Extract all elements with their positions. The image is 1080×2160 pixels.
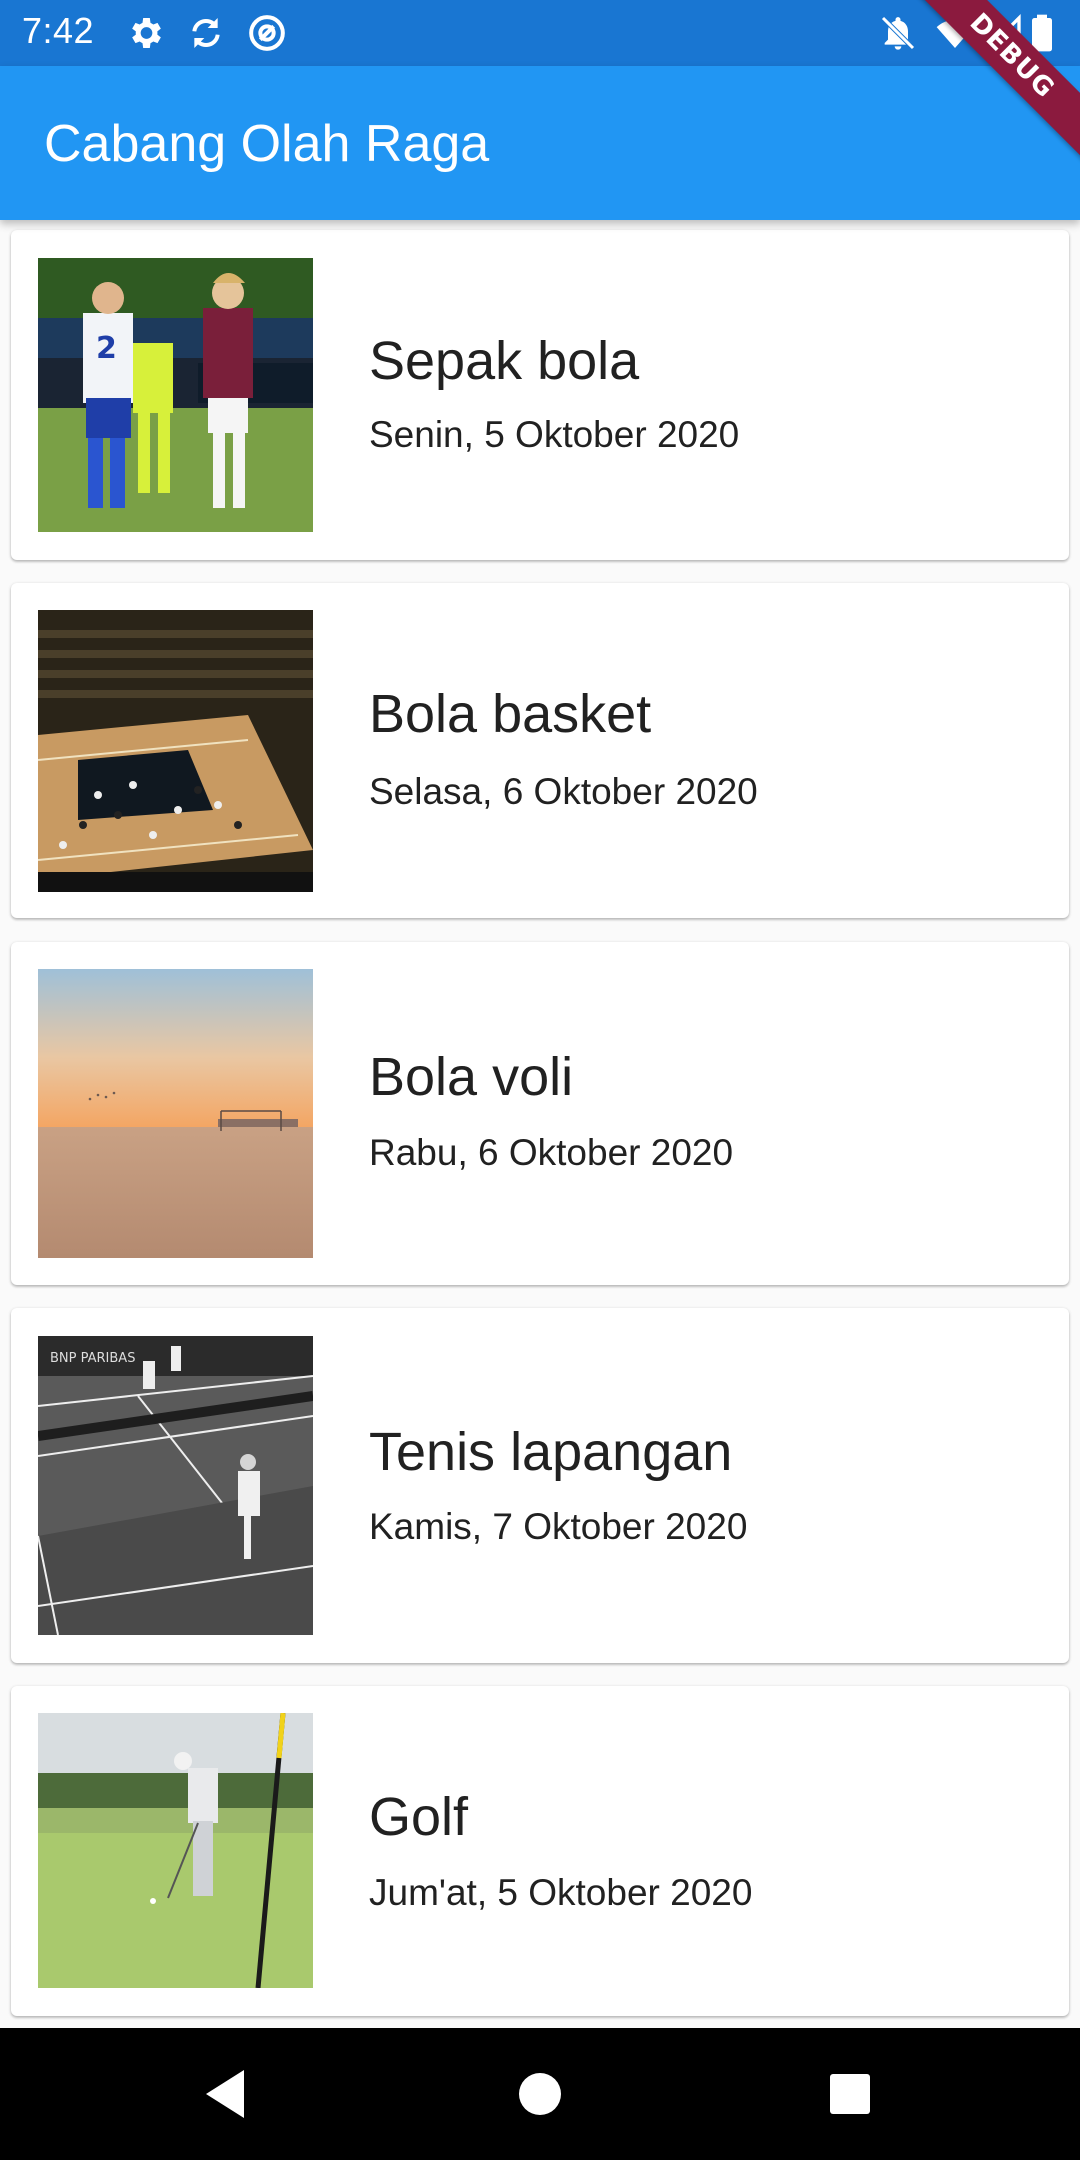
football-photo: 2 [38,258,313,532]
golf-photo [38,1713,313,1988]
sync-icon [186,13,226,53]
system-nav-bar [0,2028,1080,2160]
sport-title: Bola voli [369,1047,574,1107]
home-icon[interactable] [510,2064,570,2124]
sport-title: Sepak bola [369,331,640,391]
sport-title: Tenis lapangan [369,1422,733,1482]
sport-card-golf[interactable]: Golf Jum'at, 5 Oktober 2020 [11,1686,1069,2016]
tennis-photo: BNP PARIBAS [38,1336,313,1635]
sport-card-volleyball[interactable]: Bola voli Rabu, 6 Oktober 2020 [11,942,1069,1285]
app-bar: Cabang Olah Raga [0,66,1080,220]
sport-card-football[interactable]: 2 Sepak bola Senin, 5 Oktober 2020 [11,230,1069,560]
sport-title: Golf [369,1787,469,1847]
sport-date: Kamis, 7 Oktober 2020 [369,1506,748,1547]
beach-volleyball-photo [38,969,313,1258]
notifications-off-icon [878,13,918,53]
status-bar: 7:42 [0,0,1080,66]
basketball-photo [38,610,313,892]
page-title: Cabang Olah Raga [44,115,490,173]
recents-icon[interactable] [820,2064,880,2124]
sport-date: Jum'at, 5 Oktober 2020 [369,1872,753,1913]
svg-text:2: 2 [96,331,117,366]
sport-date: Senin, 5 Oktober 2020 [369,414,740,455]
sport-title: Bola basket [369,684,652,744]
sport-date: Rabu, 6 Oktober 2020 [369,1132,734,1173]
sport-card-tennis[interactable]: BNP PARIBAS Tenis lapangan Kamis, 7 Okto… [11,1308,1069,1663]
sport-card-basketball[interactable]: Bola basket Selasa, 6 Oktober 2020 [11,583,1069,918]
at-sign-icon [247,13,287,53]
svg-text:BNP PARIBAS: BNP PARIBAS [50,1351,135,1366]
sport-date: Selasa, 6 Oktober 2020 [369,771,758,812]
gear-icon [125,13,165,53]
back-icon[interactable] [196,2064,256,2124]
status-time: 7:42 [22,10,95,51]
